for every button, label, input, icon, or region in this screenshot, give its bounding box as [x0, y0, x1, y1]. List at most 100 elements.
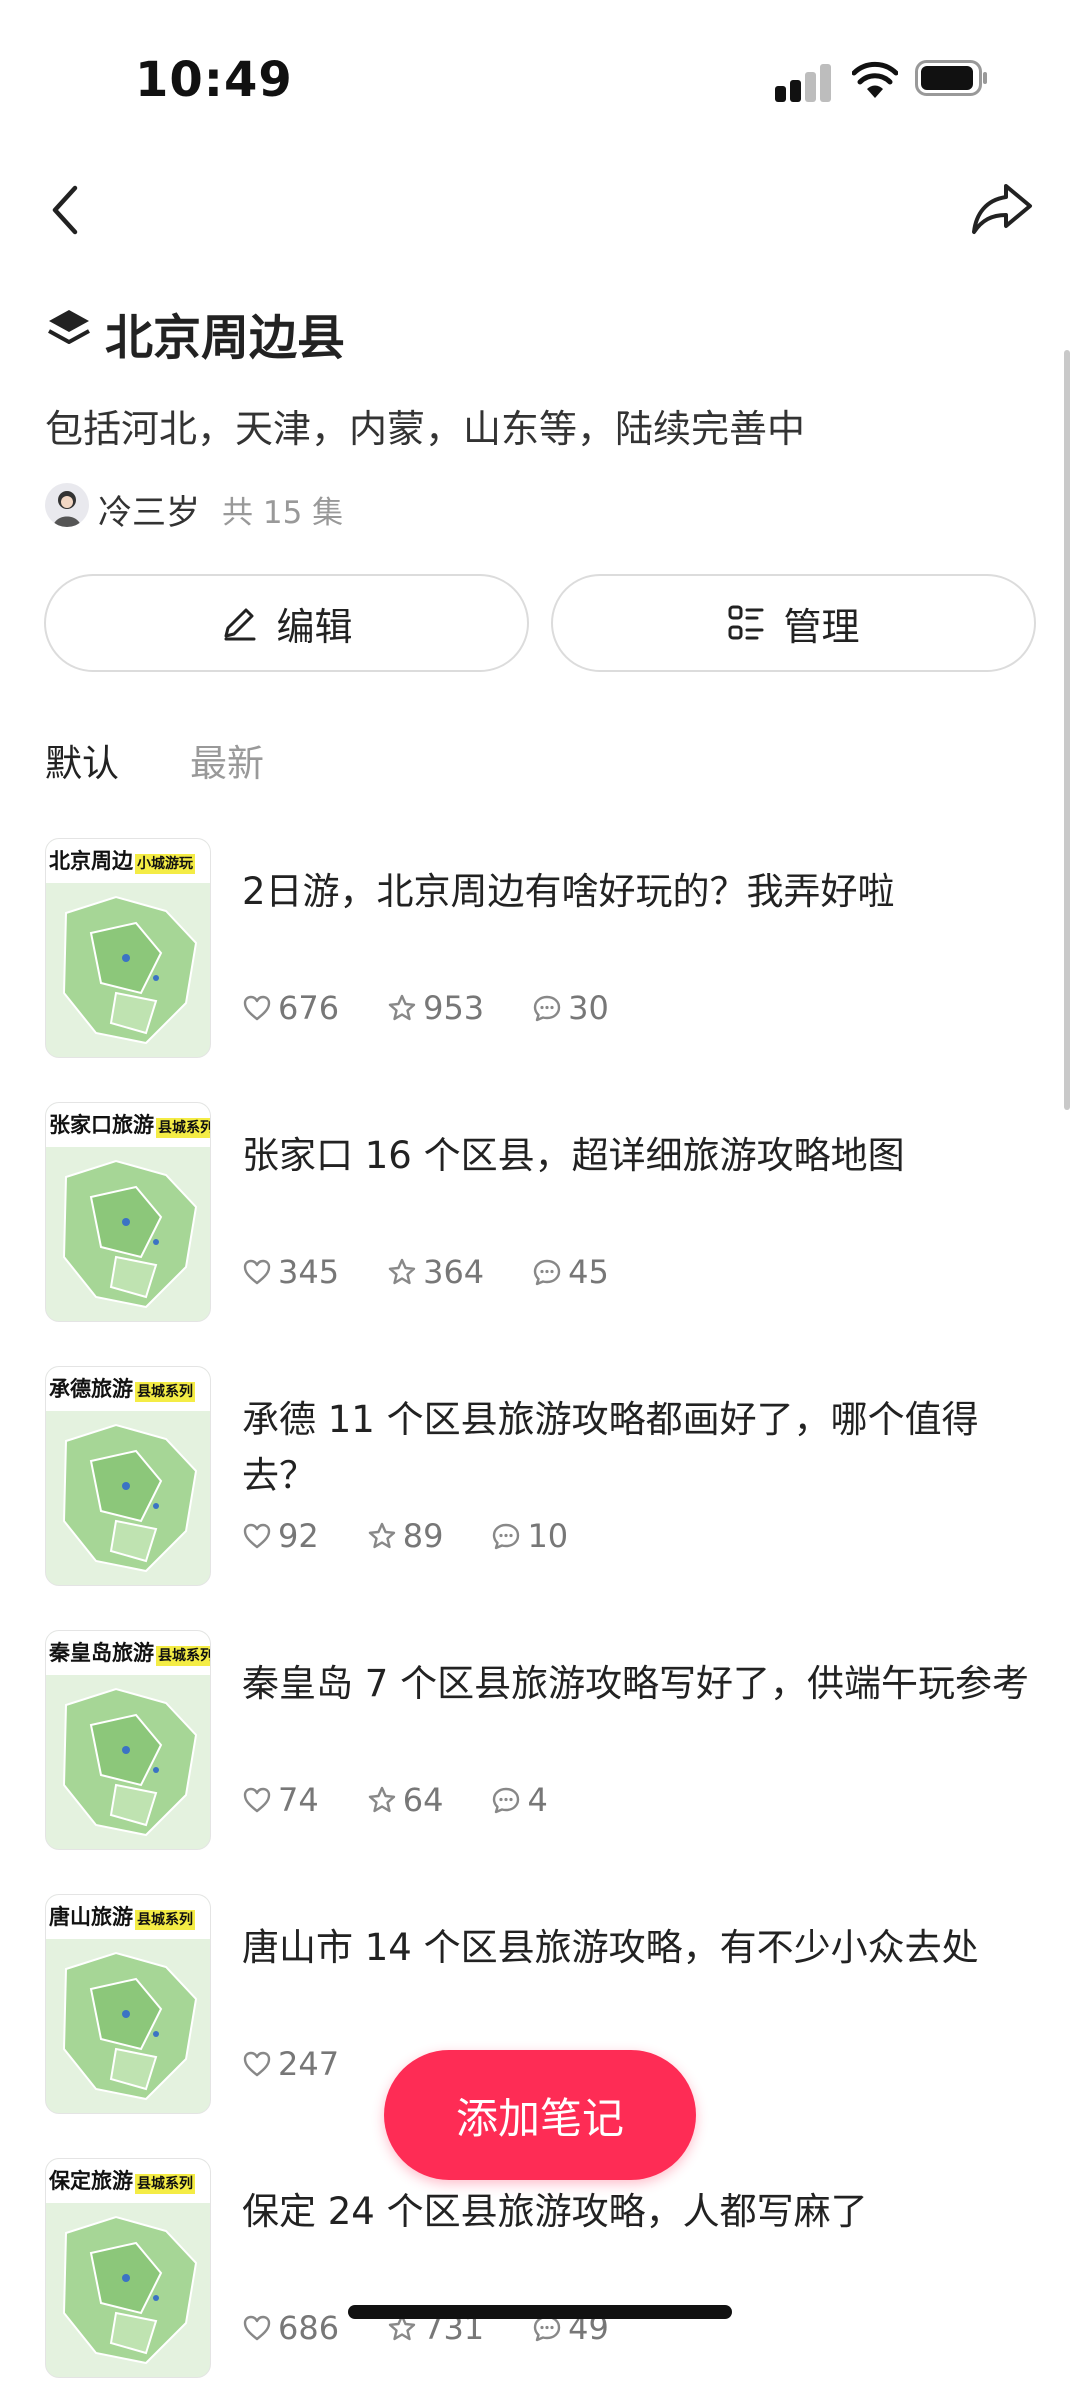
- like-stat[interactable]: 247: [242, 2045, 339, 2083]
- scrollbar[interactable]: [1064, 350, 1070, 1110]
- author-name[interactable]: 冷三岁: [98, 485, 200, 534]
- list-item[interactable]: 承德旅游 县城系列 承德 11 个区县旅游攻略都画好了，哪个值得去？ 92 89 10: [0, 1366, 1060, 1590]
- like-stat[interactable]: 345: [242, 1253, 339, 1291]
- star-count: 89: [402, 1517, 444, 1555]
- thumbnail-tag: 县城系列: [135, 1382, 195, 1402]
- thumbnail-tag: 县城系列: [135, 1910, 195, 1930]
- thumbnail-tag: 小城游玩: [135, 854, 195, 874]
- battery-icon: [915, 60, 987, 96]
- comment-count: 10: [527, 1517, 569, 1555]
- heart-icon: [243, 2051, 271, 2077]
- like-stat[interactable]: 686: [242, 2309, 339, 2347]
- map-thumbnail-image: [46, 2203, 210, 2377]
- thumbnail-tag: 县城系列: [135, 2174, 195, 2194]
- edit-button[interactable]: 编辑: [44, 574, 529, 672]
- note-thumbnail[interactable]: 张家口旅游 县城系列: [45, 1102, 211, 1322]
- manage-label: 管理: [783, 604, 860, 649]
- list-item[interactable]: 保定旅游 县城系列 保定 24 个区县旅游攻略，人都写麻了 686 731 49: [0, 2158, 1060, 2382]
- heart-icon: [243, 1259, 271, 1285]
- comment-count: 30: [568, 989, 609, 1027]
- like-count: 686: [278, 2309, 340, 2347]
- like-count: 92: [278, 1517, 319, 1555]
- note-title[interactable]: 承德 11 个区县旅游攻略都画好了，哪个值得去？: [242, 1392, 1042, 1504]
- star-stat[interactable]: 64: [367, 1781, 444, 1819]
- star-count: 953: [423, 989, 485, 1027]
- note-thumbnail[interactable]: 唐山旅游 县城系列: [45, 1894, 211, 2114]
- list-item[interactable]: 秦皇岛旅游 县城系列 秦皇岛 7 个区县旅游攻略写好了，供端午玩参考 74 64 4: [0, 1630, 1060, 1854]
- note-title[interactable]: 唐山市 14 个区县旅游攻略，有不少小众去处: [242, 1920, 1042, 1976]
- comment-count: 45: [568, 1253, 609, 1291]
- episode-count: 共 15 集: [222, 495, 344, 531]
- comment-stat[interactable]: 30: [532, 989, 609, 1027]
- thumbnail-title: 承德旅游: [49, 1377, 133, 1401]
- note-thumbnail[interactable]: 秦皇岛旅游 县城系列: [45, 1630, 211, 1850]
- comment-stat[interactable]: 4: [491, 1781, 548, 1819]
- star-count: 64: [402, 1781, 444, 1819]
- map-thumbnail-image: [46, 1147, 210, 1321]
- avatar[interactable]: [45, 483, 89, 527]
- note-thumbnail[interactable]: 北京周边 小城游玩: [45, 838, 211, 1058]
- comment-icon: [533, 995, 561, 1022]
- collection-title: 北京周边县: [105, 310, 346, 366]
- tab-latest[interactable]: 最新: [190, 733, 264, 787]
- star-icon: [388, 1258, 416, 1285]
- status-time: 10:49: [135, 52, 293, 108]
- wifi-icon: [852, 61, 898, 98]
- comment-count: 4: [527, 1781, 548, 1819]
- add-note-button[interactable]: 添加笔记: [384, 2050, 696, 2180]
- map-thumbnail-image: [46, 1939, 210, 2113]
- comment-icon: [533, 1259, 561, 1286]
- note-stats: 345 364 45: [242, 1252, 657, 1292]
- like-stat[interactable]: 676: [242, 989, 339, 1027]
- list-item[interactable]: 北京周边 小城游玩 2日游，北京周边有啥好玩的？我弄好啦 676 953 30: [0, 838, 1060, 1062]
- star-count: 364: [423, 1253, 485, 1291]
- list-item[interactable]: 张家口旅游 县城系列 张家口 16 个区县，超详细旅游攻略地图 345 364 45: [0, 1102, 1060, 1326]
- note-thumbnail[interactable]: 保定旅游 县城系列: [45, 2158, 211, 2378]
- map-thumbnail-image: [46, 883, 210, 1057]
- cellular-signal-icon: [775, 62, 833, 102]
- thumbnail-header: 承德旅游 县城系列: [46, 1367, 210, 1411]
- note-stats: 247: [242, 2044, 387, 2084]
- heart-icon: [243, 2315, 271, 2341]
- note-title[interactable]: 张家口 16 个区县，超详细旅游攻略地图: [242, 1128, 1042, 1184]
- note-title[interactable]: 2日游，北京周边有啥好玩的？我弄好啦: [242, 864, 1042, 920]
- comment-stat[interactable]: 45: [532, 1253, 609, 1291]
- star-stat[interactable]: 364: [387, 1253, 484, 1291]
- thumbnail-tag: 县城系列: [156, 1646, 210, 1666]
- star-stat[interactable]: 89: [367, 1517, 444, 1555]
- like-count: 345: [278, 1253, 340, 1291]
- comment-icon: [493, 1523, 520, 1550]
- layers-icon: [48, 310, 90, 344]
- share-button[interactable]: [970, 178, 1034, 238]
- list-manage-icon: [728, 605, 764, 640]
- tab-default[interactable]: 默认: [45, 733, 119, 787]
- edit-label: 编辑: [276, 604, 353, 649]
- pencil-icon: [224, 608, 256, 641]
- map-thumbnail-image: [46, 1675, 210, 1849]
- map-thumbnail-image: [46, 1411, 210, 1585]
- thumbnail-header: 张家口旅游 县城系列: [46, 1103, 210, 1147]
- like-stat[interactable]: 74: [242, 1781, 319, 1819]
- like-count: 74: [278, 1781, 319, 1819]
- back-button[interactable]: [45, 180, 85, 240]
- manage-button[interactable]: 管理: [551, 574, 1036, 672]
- star-icon: [368, 1786, 395, 1813]
- note-title[interactable]: 秦皇岛 7 个区县旅游攻略写好了，供端午玩参考: [242, 1656, 1042, 1712]
- comment-icon: [493, 1787, 520, 1814]
- like-count: 247: [278, 2045, 340, 2083]
- heart-icon: [243, 1523, 271, 1549]
- star-stat[interactable]: 953: [387, 989, 484, 1027]
- thumbnail-title: 唐山旅游: [49, 1905, 133, 1929]
- collection-description: 包括河北，天津，内蒙，山东等，陆续完善中: [45, 407, 806, 451]
- thumbnail-tag: 县城系列: [156, 1118, 210, 1138]
- heart-icon: [243, 995, 271, 1021]
- like-stat[interactable]: 92: [242, 1517, 319, 1555]
- note-title[interactable]: 保定 24 个区县旅游攻略，人都写麻了: [242, 2184, 1042, 2240]
- thumbnail-title: 秦皇岛旅游: [49, 1641, 154, 1665]
- heart-icon: [243, 1787, 271, 1813]
- note-stats: 676 953 30: [242, 988, 657, 1028]
- thumbnail-header: 唐山旅游 县城系列: [46, 1895, 210, 1939]
- star-icon: [368, 1522, 395, 1549]
- comment-stat[interactable]: 10: [491, 1517, 568, 1555]
- note-thumbnail[interactable]: 承德旅游 县城系列: [45, 1366, 211, 1586]
